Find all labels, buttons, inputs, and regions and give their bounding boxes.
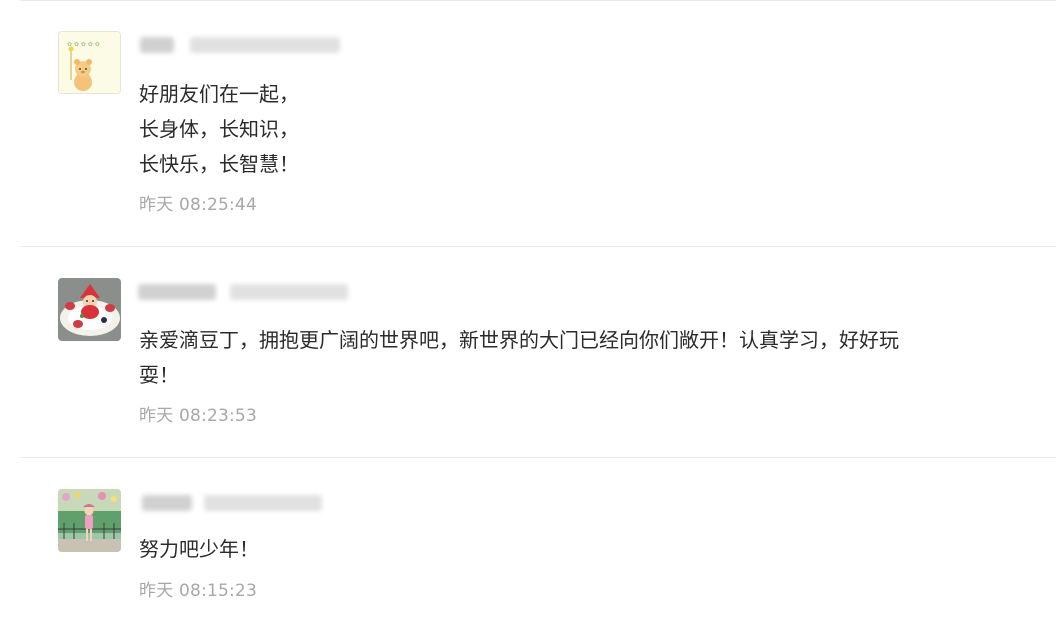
comment-line: 长快乐，长智慧！ xyxy=(139,152,299,176)
comment-line: 耍！ xyxy=(139,363,179,387)
comment-timestamp: 昨天 08:15:23 xyxy=(139,581,257,601)
comment-line: 努力吧少年！ xyxy=(139,537,259,561)
comment-line: 长身体，长知识， xyxy=(139,117,299,141)
comment-line: 亲爱滴豆丁，拥抱更广阔的世界吧，新世界的大门已经向你们敞开！认真学习，好好玩 xyxy=(139,328,899,352)
comment-text: 努力吧少年！ xyxy=(139,532,999,567)
user-name-redacted xyxy=(138,492,348,514)
bear-cartoon-avatar-icon[interactable]: ✿ ✿ ✿ ✿ ✿ xyxy=(58,31,121,94)
user-name-redacted xyxy=(138,34,348,56)
santa-cake-avatar-icon[interactable] xyxy=(58,278,121,341)
top-divider xyxy=(20,0,1056,1)
comment-timestamp: 昨天 08:25:44 xyxy=(139,195,257,215)
comment-divider xyxy=(20,246,1056,247)
comment-line: 好朋友们在一起， xyxy=(139,82,299,106)
child-garden-avatar-icon[interactable] xyxy=(58,489,121,552)
comment-timestamp: 昨天 08:23:53 xyxy=(139,406,257,426)
comment-text: 亲爱滴豆丁，拥抱更广阔的世界吧，新世界的大门已经向你们敞开！认真学习，好好玩 耍… xyxy=(139,323,999,393)
user-name-redacted xyxy=(138,281,348,303)
comment-divider xyxy=(20,457,1056,458)
comment-text: 好朋友们在一起， 长身体，长知识， 长快乐，长智慧！ xyxy=(139,77,999,182)
